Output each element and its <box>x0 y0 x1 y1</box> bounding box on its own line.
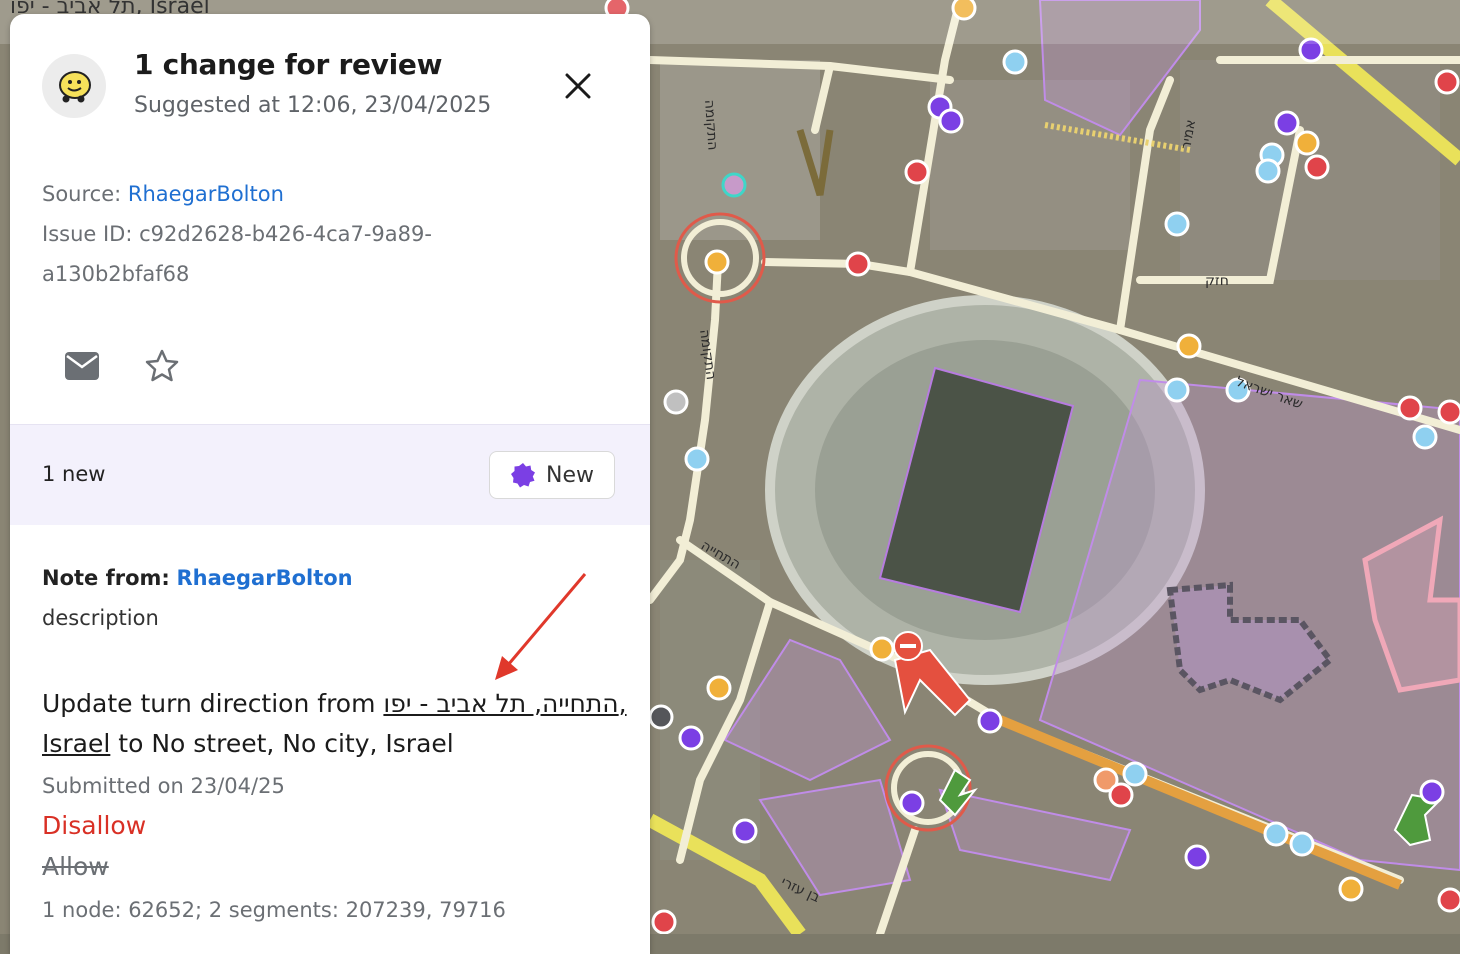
new-count: 1 new <box>42 462 106 486</box>
change-description: Update turn direction from התחייה, תל אב… <box>42 684 632 764</box>
review-panel: 1 change for review Suggested at 12:06, … <box>10 14 650 954</box>
allow-button[interactable]: Allow <box>42 852 109 881</box>
panel-title: 1 change for review <box>134 48 443 81</box>
mail-icon <box>65 352 99 380</box>
close-button[interactable] <box>558 66 598 106</box>
source-user-link[interactable]: RhaegarBolton <box>128 182 284 206</box>
issue-id-line2: a130b2bfaf68 <box>42 262 190 286</box>
source-label: Source: <box>42 182 128 206</box>
new-button-label: New <box>546 462 594 488</box>
note-from-label: Note from: <box>42 566 170 590</box>
panel-subtitle: Suggested at 12:06, 23/04/2025 <box>134 93 492 118</box>
new-changes-bar: 1 new New <box>10 424 650 525</box>
note-description: description <box>42 606 159 630</box>
star-icon <box>145 349 179 382</box>
node-segment-info: 1 node: 62652; 2 segments: 207239, 79716 <box>42 898 506 922</box>
note-from-line: Note from: RhaegarBolton <box>42 566 353 590</box>
disallow-button[interactable]: Disallow <box>42 811 146 840</box>
issue-id-line: Issue ID: c92d2628-b426-4ca7-9a89- <box>42 222 432 246</box>
new-status-button[interactable]: New <box>489 451 615 499</box>
waze-logo-icon <box>42 54 106 118</box>
mail-button[interactable] <box>60 344 104 388</box>
street-label: חזק <box>1205 273 1229 289</box>
change-suffix: to No street, No city, Israel <box>110 729 454 758</box>
panel-header: 1 change for review Suggested at 12:06, … <box>10 14 650 164</box>
star-button[interactable] <box>140 344 184 388</box>
issue-id-part1: c92d2628-b426-4ca7-9a89- <box>139 222 432 246</box>
new-badge-icon <box>511 463 535 488</box>
source-line: Source: RhaegarBolton <box>42 182 284 206</box>
note-from-user-link[interactable]: RhaegarBolton <box>176 566 352 590</box>
submitted-date: Submitted on 23/04/25 <box>42 774 285 798</box>
close-icon <box>565 73 591 99</box>
change-prefix: Update turn direction from <box>42 689 384 718</box>
issue-label: Issue ID: <box>42 222 140 246</box>
